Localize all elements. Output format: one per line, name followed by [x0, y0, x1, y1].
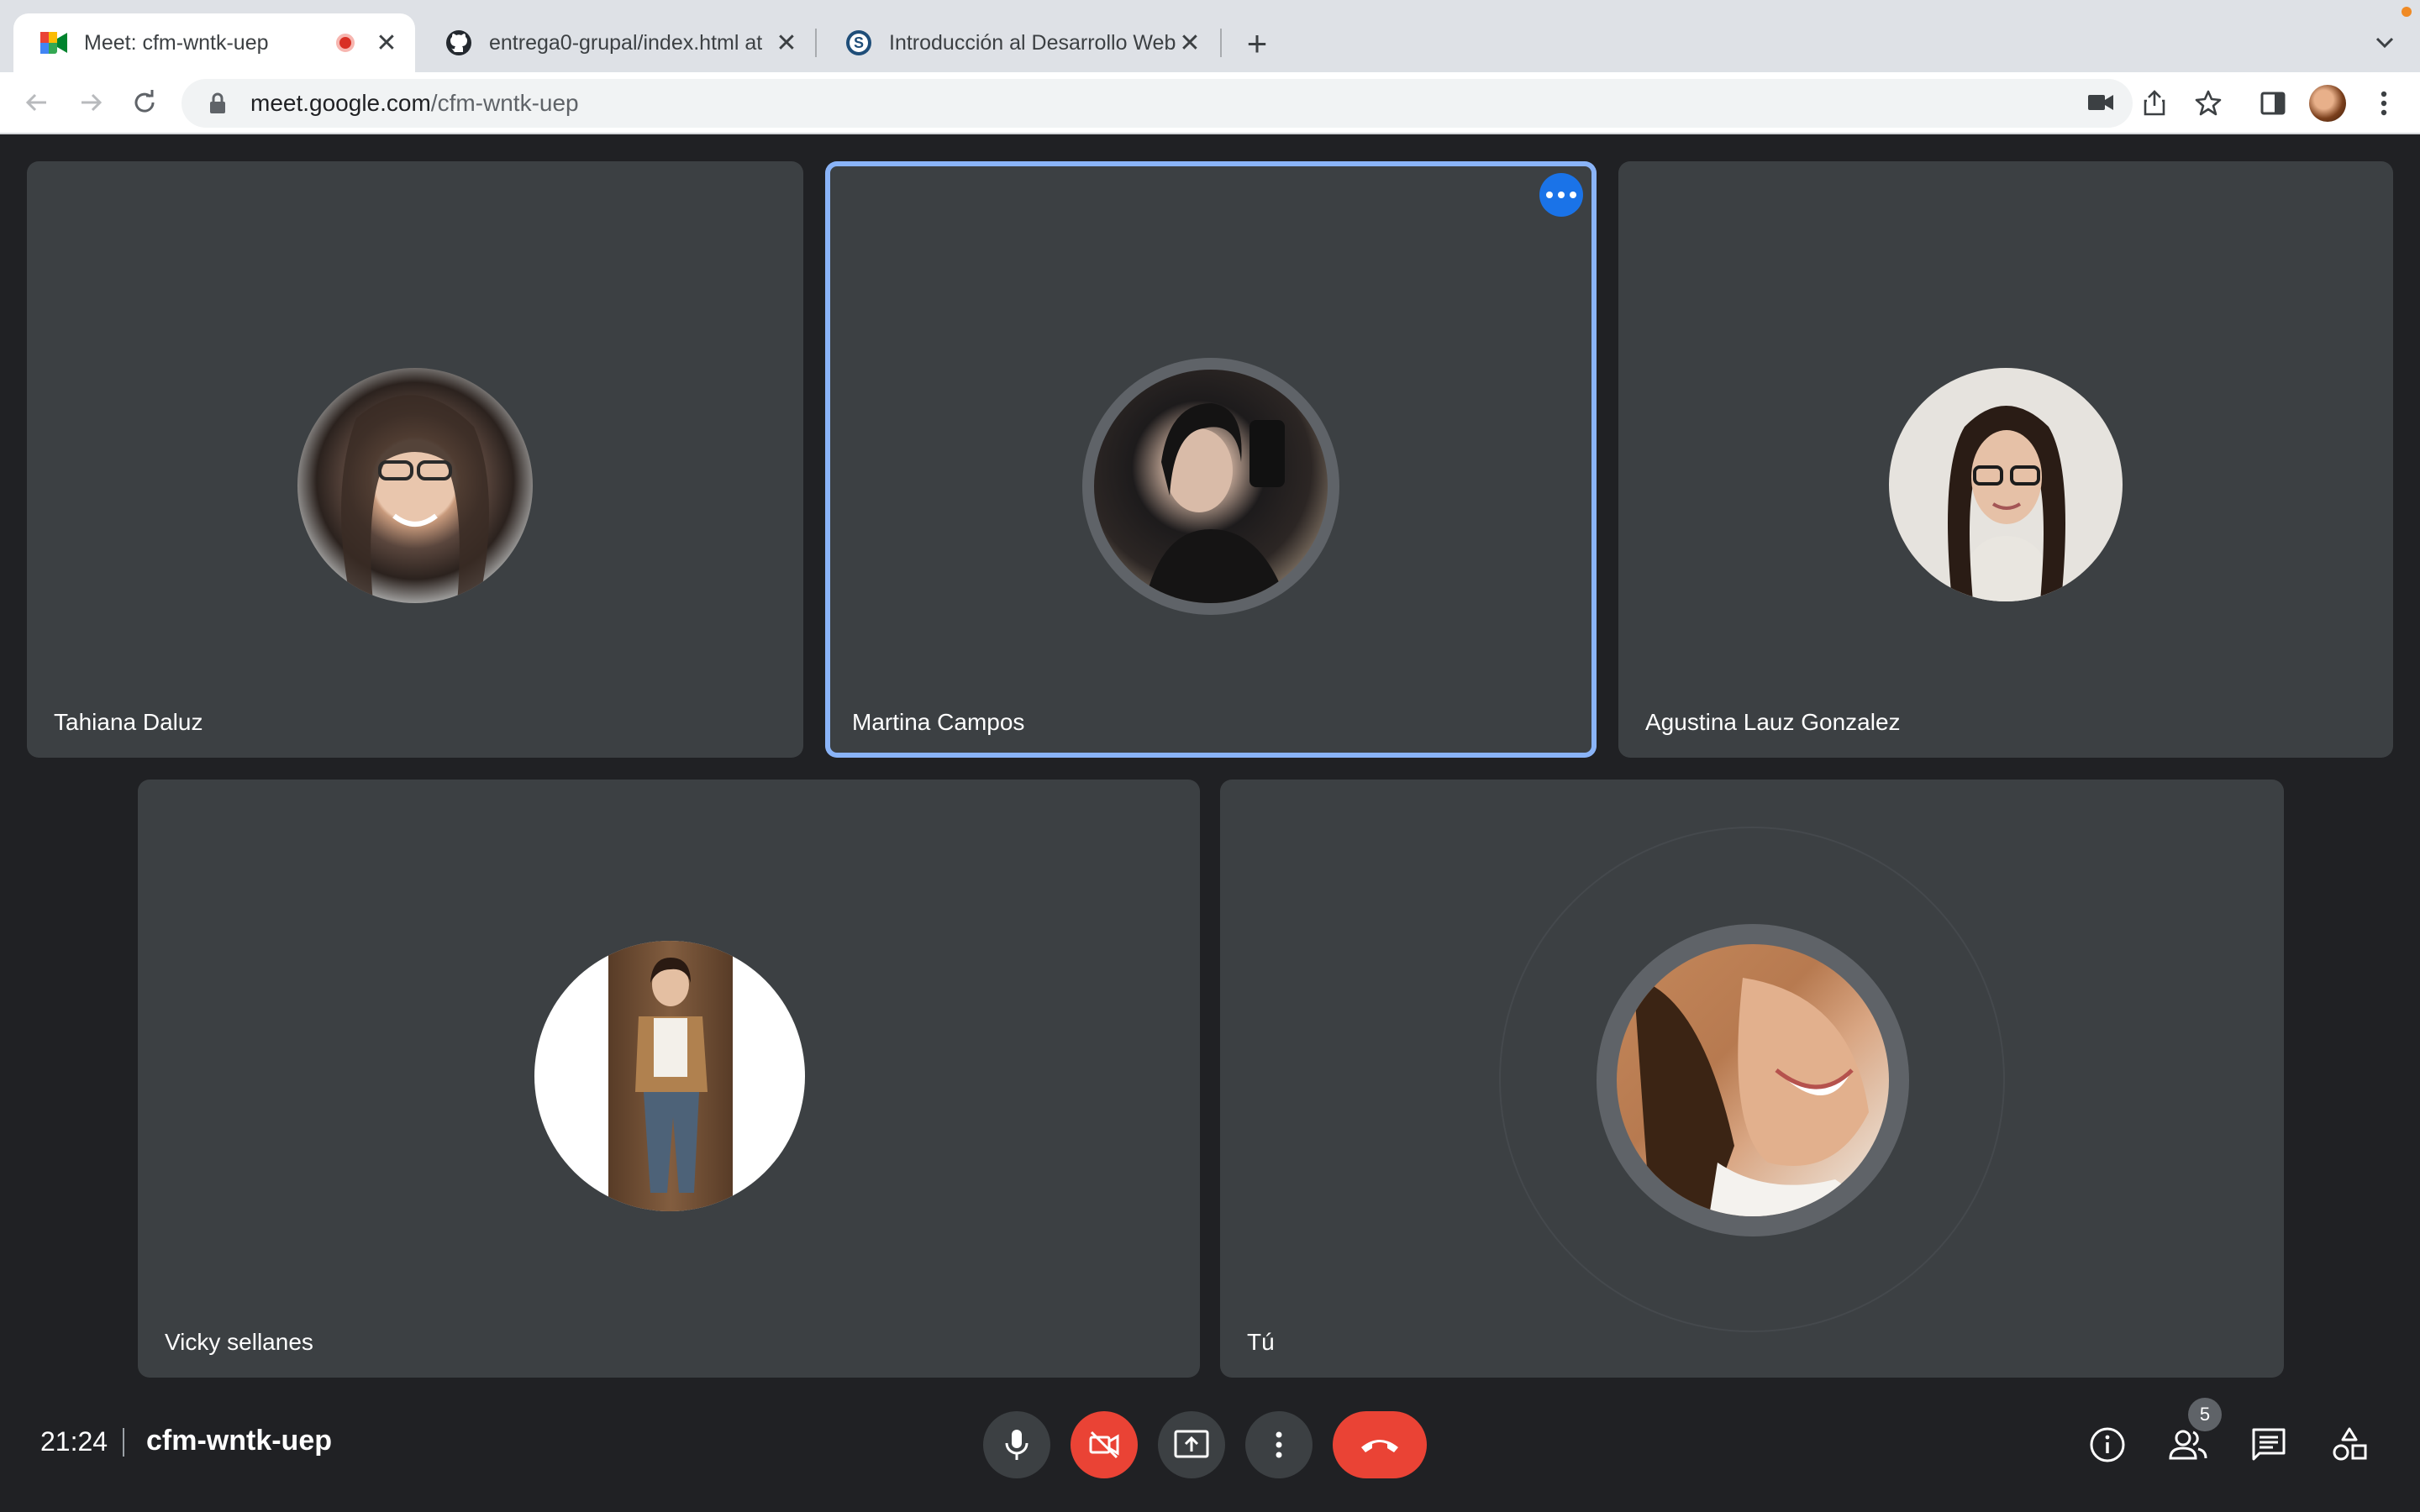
participant-name: Martina Campos: [852, 709, 1025, 735]
participant-tile-active[interactable]: Martina Campos: [825, 161, 1597, 758]
more-vert-icon: [1276, 1431, 1282, 1458]
side-panel-icon[interactable]: [2254, 84, 2292, 123]
browser-tabstrip: Meet: cfm-wntk-uep ✕ entrega0-grupal/ind…: [0, 0, 2420, 72]
tab-title: Introducción al Desarrollo Web: [889, 30, 1176, 55]
participant-avatar: [534, 941, 805, 1211]
arrow-right-icon: [82, 93, 103, 112]
participant-avatar: [1889, 368, 2123, 601]
participant-avatar: [297, 368, 533, 603]
chrome-menu-icon[interactable]: [2365, 84, 2403, 123]
window-notification-dot: [2402, 7, 2412, 17]
people-icon: [2169, 1430, 2207, 1460]
meeting-grid: Tahiana Daluz Martina Campos Agustina La…: [0, 134, 2420, 1379]
tab-intro-desarrollo-web[interactable]: S Introducción al Desarrollo Web ✕: [818, 13, 1218, 72]
back-button[interactable]: [15, 81, 59, 124]
present-screen-button[interactable]: [1158, 1411, 1225, 1478]
close-tab-icon[interactable]: ✕: [1178, 29, 1202, 57]
camera-off-button[interactable]: [1071, 1411, 1138, 1478]
close-tab-icon[interactable]: ✕: [775, 29, 798, 57]
tab-title: entrega0-grupal/index.html at: [489, 30, 763, 55]
meeting-controls-bar: 21:24 cfm-wntk-uep 5: [0, 1379, 2420, 1512]
github-icon: [445, 29, 472, 56]
tab-github[interactable]: entrega0-grupal/index.html at ✕: [418, 13, 815, 72]
camera-off-icon: [1089, 1431, 1119, 1459]
chat-button[interactable]: [2247, 1423, 2291, 1467]
leave-call-button[interactable]: [1333, 1411, 1427, 1478]
reload-icon: [134, 90, 155, 113]
activities-button[interactable]: [2328, 1423, 2371, 1467]
microphone-button[interactable]: [983, 1411, 1050, 1478]
site-s-icon: S: [845, 29, 872, 56]
address-bar[interactable]: meet.google.com/cfm-wntk-uep: [182, 79, 2133, 128]
self-avatar: [1617, 944, 1889, 1216]
more-options-button[interactable]: [1245, 1411, 1313, 1478]
new-tab-button[interactable]: +: [1239, 24, 1276, 63]
url-host: meet.google.com: [250, 90, 431, 116]
bookmark-star-icon[interactable]: [2191, 86, 2225, 119]
participant-tile[interactable]: Agustina Lauz Gonzalez: [1618, 161, 2393, 758]
microphone-icon: [1005, 1430, 1028, 1460]
browser-toolbar: meet.google.com/cfm-wntk-uep: [0, 72, 2420, 134]
reload-button[interactable]: [123, 81, 166, 124]
divider: [123, 1428, 124, 1457]
hang-up-icon: [1361, 1440, 1398, 1452]
participant-name: Agustina Lauz Gonzalez: [1645, 709, 1901, 735]
participant-name: Vicky sellanes: [165, 1329, 313, 1355]
url-path: /cfm-wntk-uep: [430, 90, 579, 116]
participant-name: Tahiana Daluz: [54, 709, 203, 735]
recording-indicator-icon: [336, 34, 355, 52]
self-tile[interactable]: Tú: [1220, 780, 2284, 1378]
tab-separator: [1220, 29, 1222, 57]
google-meet-icon: [40, 29, 67, 56]
arrow-left-icon: [25, 93, 46, 112]
tab-separator: [815, 29, 817, 57]
meeting-clock: 21:24: [40, 1426, 108, 1457]
participant-tile[interactable]: Tahiana Daluz: [27, 161, 803, 758]
participant-name: Tú: [1247, 1329, 1275, 1355]
close-tab-icon[interactable]: ✕: [375, 29, 398, 57]
tab-title: Meet: cfm-wntk-uep: [84, 30, 269, 55]
participant-count-badge: 5: [2188, 1398, 2222, 1431]
participant-options-button[interactable]: [1539, 173, 1583, 217]
participant-tile[interactable]: Vicky sellanes: [138, 780, 1200, 1378]
meeting-details-button[interactable]: [2086, 1423, 2129, 1467]
activities-shapes-icon: [2333, 1427, 2367, 1461]
svg-text:S: S: [854, 34, 864, 51]
profile-avatar[interactable]: [2309, 85, 2346, 122]
forward-button[interactable]: [69, 81, 113, 124]
meeting-code: cfm-wntk-uep: [146, 1425, 332, 1457]
present-screen-icon: [1174, 1430, 1209, 1458]
chat-icon: [2252, 1428, 2286, 1461]
participant-avatar: [1094, 370, 1328, 603]
share-icon[interactable]: [2138, 86, 2171, 119]
tab-meet[interactable]: Meet: cfm-wntk-uep ✕: [13, 13, 415, 72]
tab-search-chevron-icon[interactable]: [2368, 25, 2402, 59]
info-icon: [2090, 1427, 2125, 1462]
camera-in-use-icon[interactable]: [2084, 86, 2118, 119]
lock-icon[interactable]: [203, 89, 232, 118]
